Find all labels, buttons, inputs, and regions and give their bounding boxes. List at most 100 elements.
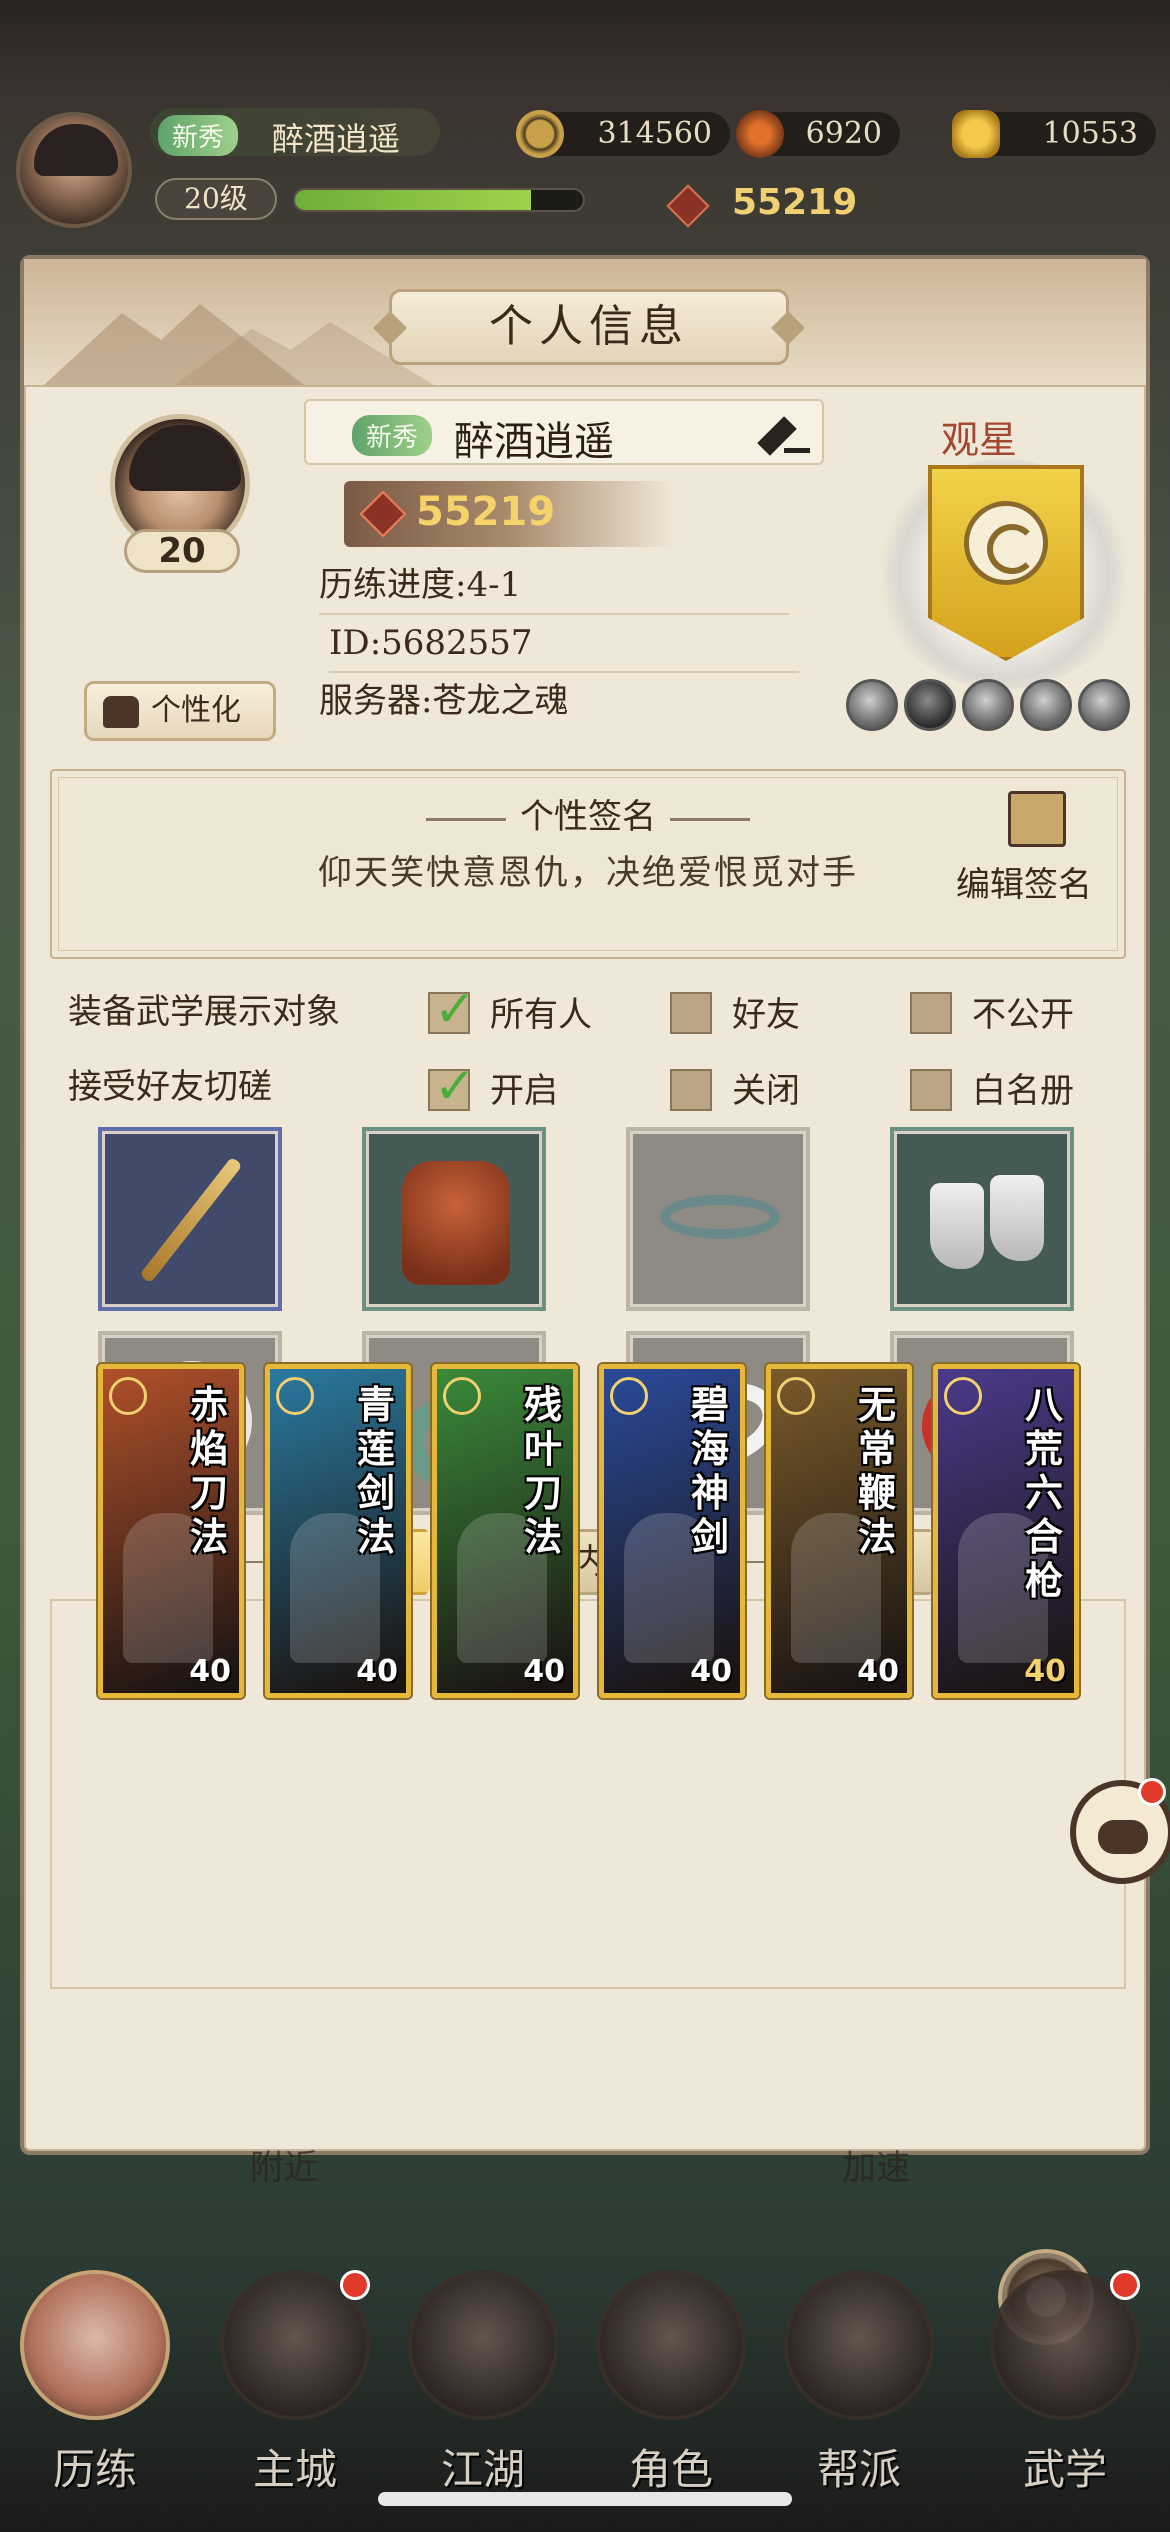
checkbox-label: 所有人	[490, 995, 592, 1035]
skill-name: 赤焰刀法	[189, 1382, 228, 1559]
equip-display-label: 装备武学展示对象	[68, 992, 340, 1032]
training-progress: 历练进度:4-1	[319, 559, 789, 615]
skill-type-icon	[944, 1377, 982, 1415]
checkbox-spar-on[interactable]	[428, 1057, 476, 1115]
rank-medal-icon[interactable]	[846, 679, 898, 731]
chat-icon	[1098, 1820, 1148, 1854]
gold-counter[interactable]: 10553	[952, 110, 1156, 158]
flame-icon	[736, 110, 784, 158]
armor-icon	[402, 1161, 510, 1285]
rank-medal-icon[interactable]	[962, 679, 1014, 731]
combat-power-icon	[359, 490, 407, 538]
server-name: 服务器:苍龙之魂	[319, 681, 569, 721]
resource2-value: 6920	[805, 116, 882, 151]
skill-name: 青莲剑法	[356, 1382, 395, 1559]
coin-icon	[516, 110, 564, 158]
skill-level: 40	[1024, 1654, 1066, 1689]
skill-type-icon	[443, 1377, 481, 1415]
jianghu-icon	[408, 2270, 558, 2420]
combat-power-value: 55219	[416, 489, 556, 535]
skill-name: 碧海神剑	[690, 1382, 729, 1559]
player-avatar[interactable]	[16, 112, 132, 228]
boots-icon	[930, 1183, 984, 1269]
nav-main-city[interactable]: 主城	[200, 2270, 370, 2500]
spar-label: 接受好友切磋	[68, 1067, 272, 1107]
notification-dot	[1138, 1778, 1166, 1806]
skill-level: 40	[857, 1654, 899, 1689]
bottom-navigation: 历练 主城 江湖 角色 帮派 武学	[0, 2240, 1170, 2532]
checkbox-label: 不公开	[972, 995, 1074, 1035]
profile-name-box: 新秀 醉酒逍遥	[304, 399, 824, 465]
xp-bar-fill	[295, 190, 532, 210]
top-status-bar: 新秀 醉酒逍遥 20级 314560 6920 10553 55219	[0, 100, 1170, 240]
player-level: 20级	[155, 178, 277, 220]
skill-level: 40	[523, 1654, 565, 1689]
coin-counter[interactable]: 314560	[516, 110, 730, 158]
skill-card[interactable]: 无常鞭法 40	[766, 1364, 912, 1698]
panel-title: 个人信息	[389, 289, 789, 365]
skill-level: 40	[356, 1654, 398, 1689]
chat-button[interactable]	[1070, 1778, 1170, 1884]
skill-type-icon	[109, 1377, 147, 1415]
checkbox-whitelist[interactable]	[910, 1069, 952, 1111]
xp-bar	[293, 188, 585, 212]
checkbox-label: 关闭	[732, 1071, 800, 1111]
profile-name: 醉酒逍遥	[454, 419, 614, 465]
customize-label: 个性化	[151, 693, 241, 728]
rank-emblem-icon	[964, 501, 1048, 585]
checkbox-label: 好友	[732, 995, 800, 1035]
profile-level-badge: 20	[124, 529, 240, 573]
sword-icon	[139, 1156, 243, 1284]
personal-info-panel: 个人信息 20 个性化 新秀 醉酒逍遥 55219 历练进度:4-1 ID:56…	[20, 255, 1150, 2397]
player-name-pill: 新秀 醉酒逍遥	[150, 108, 440, 158]
nav-guild[interactable]: 帮派	[764, 2270, 934, 2500]
equip-slot-sword[interactable]	[98, 1127, 282, 1311]
equip-slot-armor[interactable]	[362, 1127, 546, 1311]
resource2-counter[interactable]: 6920	[736, 110, 900, 158]
nav-martial-arts[interactable]: 武学	[970, 2270, 1140, 2500]
profile-combat-power: 55219	[344, 481, 674, 547]
player-id: ID:5682557	[329, 617, 799, 673]
player-name: 醉酒逍遥	[272, 120, 401, 158]
gold-ingot-icon	[952, 110, 1000, 158]
checkbox-everyone[interactable]	[428, 980, 476, 1038]
skill-type-icon	[610, 1377, 648, 1415]
notification-dot	[1110, 2270, 1140, 2300]
rank-medal-icon[interactable]	[1078, 679, 1130, 731]
training-icon	[20, 2270, 170, 2420]
skill-card[interactable]: 残叶刀法 40	[432, 1364, 578, 1698]
skill-card[interactable]: 碧海神剑 40	[599, 1364, 745, 1698]
checkbox-label: 开启	[490, 1071, 558, 1111]
nav-jianghu[interactable]: 江湖	[388, 2270, 558, 2500]
skill-level: 40	[189, 1654, 231, 1689]
checkbox-label: 白名册	[972, 1071, 1074, 1111]
checkbox-friends[interactable]	[670, 992, 712, 1034]
skill-card[interactable]: 八荒六合枪 40	[933, 1364, 1079, 1698]
checkbox-private[interactable]	[910, 992, 952, 1034]
skill-name: 无常鞭法	[857, 1382, 896, 1559]
speedup-label: 加速	[842, 2148, 910, 2188]
belt-icon	[660, 1195, 780, 1239]
rank-medal-icon[interactable]	[904, 679, 956, 731]
edit-signature-button[interactable]: 编辑签名	[956, 781, 1116, 905]
skill-name: 残叶刀法	[523, 1382, 562, 1559]
character-icon	[596, 2270, 746, 2420]
checkbox-spar-off[interactable]	[670, 1069, 712, 1111]
edit-signature-label: 编辑签名	[956, 865, 1092, 905]
equip-slot-belt[interactable]	[626, 1127, 810, 1311]
skill-level: 40	[690, 1654, 732, 1689]
customize-button[interactable]: 个性化	[84, 681, 276, 741]
combat-power-icon	[666, 184, 710, 228]
scroll-icon	[1008, 791, 1066, 847]
skill-card[interactable]: 青莲剑法 40	[265, 1364, 411, 1698]
nav-training[interactable]: 历练	[0, 2270, 170, 2500]
rank-medal-icon[interactable]	[1020, 679, 1072, 731]
home-indicator[interactable]	[378, 2492, 792, 2506]
nearby-label: 附近	[250, 2148, 318, 2188]
skill-card[interactable]: 赤焰刀法 40	[98, 1364, 244, 1698]
equip-slot-boots[interactable]	[890, 1127, 1074, 1311]
panel-header: 个人信息	[24, 259, 1146, 387]
rookie-badge: 新秀	[352, 415, 433, 456]
edit-name-icon[interactable]	[757, 413, 810, 457]
nav-character[interactable]: 角色	[576, 2270, 746, 2500]
